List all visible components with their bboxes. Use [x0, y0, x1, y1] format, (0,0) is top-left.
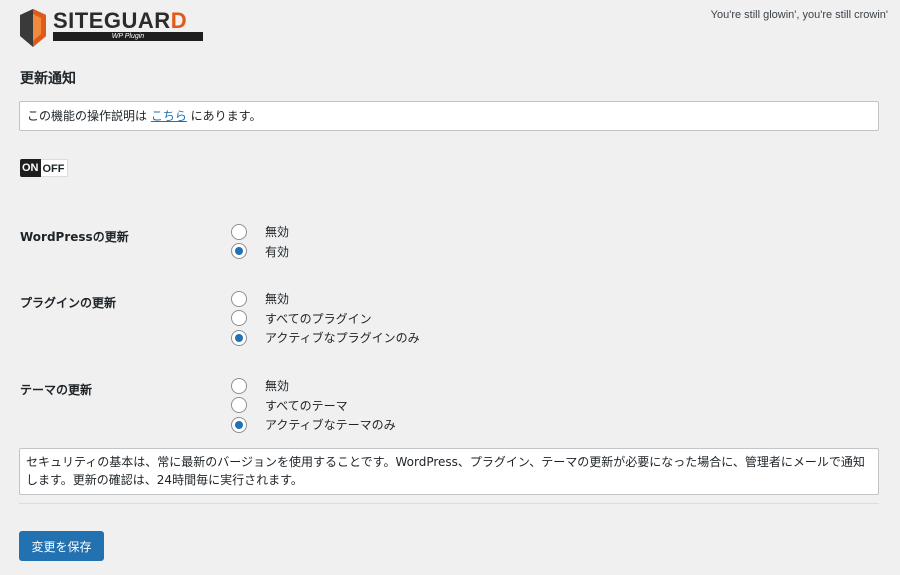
radio-button[interactable] [231, 310, 247, 327]
option-label: アクティブなプラグインのみ [265, 331, 420, 346]
wordpress-update-options: 無効 有効 [231, 222, 289, 261]
theme-update-label: テーマの更新 [20, 383, 93, 397]
logo-wordmark: SITEGUARD [53, 8, 188, 33]
option-label: 無効 [265, 225, 290, 240]
option-label: 有効 [265, 244, 290, 259]
divider [19, 503, 879, 504]
radio-button[interactable] [231, 397, 247, 414]
plugin-update-option[interactable]: アクティブなプラグインのみ [231, 328, 420, 348]
radio-button[interactable] [231, 416, 247, 433]
siteguard-logo: SITEGUARD WP Plugin [19, 8, 209, 50]
option-label: すべてのテーマ [265, 398, 348, 413]
feature-toggle[interactable]: ON OFF [20, 159, 68, 177]
theme-update-option[interactable]: アクティブなテーマのみ [231, 415, 396, 435]
radio-button[interactable] [231, 290, 247, 307]
wordpress-update-option[interactable]: 有効 [231, 242, 289, 262]
hello-dolly-text: You're still glowin', you're still crowi… [710, 9, 888, 21]
toggle-off[interactable]: OFF [40, 159, 68, 177]
option-label: すべてのプラグイン [265, 311, 372, 326]
theme-update-options: 無効 すべてのテーマ アクティブなテーマのみ [231, 376, 396, 435]
option-label: アクティブなテーマのみ [265, 418, 396, 433]
logo-subtitle: WP Plugin [53, 32, 203, 41]
help-link[interactable]: こちら [151, 109, 187, 123]
page-title: 更新通知 [20, 71, 76, 87]
theme-update-option[interactable]: すべてのテーマ [231, 396, 396, 416]
radio-button[interactable] [231, 377, 247, 394]
toggle-on[interactable]: ON [20, 159, 41, 177]
plugin-update-label: プラグインの更新 [20, 296, 117, 310]
notice-text-before: この機能の操作説明は [27, 109, 151, 123]
plugin-update-option[interactable]: すべてのプラグイン [231, 309, 420, 329]
plugin-update-options: 無効 すべてのプラグイン アクティブなプラグインのみ [231, 289, 420, 348]
description-box: セキュリティの基本は、常に最新のバージョンを使用することです。WordPress… [19, 448, 879, 495]
save-button[interactable]: 変更を保存 [19, 531, 104, 561]
plugin-update-option[interactable]: 無効 [231, 289, 420, 309]
radio-button[interactable] [231, 329, 247, 346]
help-notice: この機能の操作説明は こちら にあります。 [19, 101, 879, 131]
option-label: 無効 [265, 379, 290, 394]
wordpress-update-option[interactable]: 無効 [231, 222, 289, 242]
shield-icon [20, 9, 46, 47]
option-label: 無効 [265, 292, 290, 307]
radio-button[interactable] [231, 243, 247, 260]
theme-update-option[interactable]: 無効 [231, 376, 396, 396]
radio-button[interactable] [231, 223, 247, 240]
wordpress-update-label: WordPressの更新 [20, 230, 129, 244]
notice-text-after: にあります。 [186, 109, 262, 123]
